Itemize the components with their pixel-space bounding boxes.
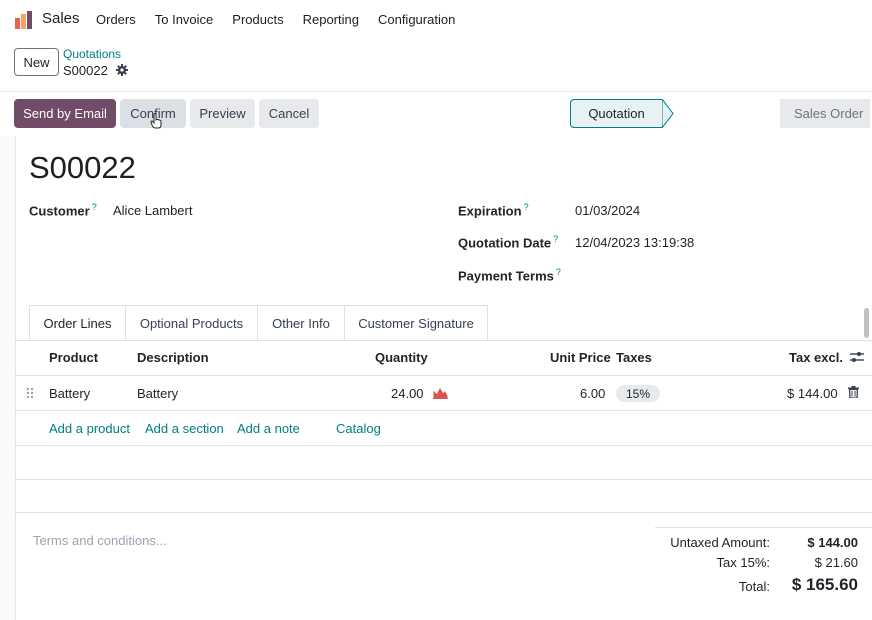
nav-to-invoice[interactable]: To Invoice: [155, 12, 214, 27]
row-subtotal: $ 144.00: [787, 386, 838, 401]
expiration-field[interactable]: 01/03/2024: [575, 203, 640, 218]
empty-row-divider: [15, 479, 872, 480]
untaxed-amount-value: $ 144.00: [807, 535, 858, 550]
stage-arrow-icon: [662, 99, 674, 128]
row-product[interactable]: Battery: [49, 386, 90, 401]
stage-sales-order[interactable]: Sales Order: [780, 99, 870, 128]
tax-value: $ 21.60: [814, 555, 858, 570]
status-bar: Quotation Quotation Sent Sales Order: [570, 99, 870, 128]
nav-orders[interactable]: Orders: [96, 12, 136, 27]
scrollbar-thumb[interactable]: [864, 308, 869, 338]
tax-label: Tax 15%:: [716, 555, 770, 570]
add-row-divider: [15, 445, 872, 446]
send-by-email-button[interactable]: Send by Email: [14, 99, 116, 128]
totals-top-line: [655, 527, 872, 528]
customer-field[interactable]: Alice Lambert: [113, 203, 192, 218]
top-navbar: Sales Orders To Invoice Products Reporti…: [0, 0, 872, 40]
add-product-link[interactable]: Add a product: [49, 421, 130, 436]
row-unit-price[interactable]: 6.00: [580, 386, 605, 401]
tabs-divider: [15, 340, 872, 341]
customer-label: Customer?: [29, 202, 97, 218]
quotation-date-field[interactable]: 12/04/2023 13:19:38: [575, 235, 694, 250]
nav-reporting[interactable]: Reporting: [303, 12, 359, 27]
payment-terms-label: Payment Terms?: [458, 267, 561, 283]
tab-customer-signature[interactable]: Customer Signature: [345, 305, 488, 341]
trash-icon[interactable]: [848, 386, 859, 398]
customer-help-icon[interactable]: ?: [92, 202, 97, 212]
terms-and-conditions-field[interactable]: Terms and conditions...: [33, 533, 167, 548]
row-description[interactable]: Battery: [137, 386, 178, 401]
payment-terms-help-icon[interactable]: ?: [556, 267, 561, 277]
add-note-link[interactable]: Add a note: [237, 421, 300, 436]
app-name[interactable]: Sales: [42, 10, 80, 27]
quotation-date-label: Quotation Date?: [458, 234, 558, 250]
preview-button[interactable]: Preview: [190, 99, 255, 128]
quotation-date-label-text: Quotation Date: [458, 235, 552, 251]
customer-label-text: Customer: [29, 203, 90, 219]
nav-products[interactable]: Products: [232, 12, 283, 27]
col-taxes[interactable]: Taxes: [616, 350, 652, 365]
notebook-tabs: Order Lines Optional Products Other Info…: [29, 305, 488, 341]
record-title: S00022: [29, 150, 136, 185]
cancel-button[interactable]: Cancel: [259, 99, 319, 128]
header-divider: [15, 375, 872, 376]
catalog-link[interactable]: Catalog: [336, 421, 381, 436]
nav-menu: Orders To Invoice Products Reporting Con…: [96, 12, 474, 27]
col-tax-excl[interactable]: Tax excl.: [789, 350, 843, 365]
col-quantity[interactable]: Quantity: [375, 350, 428, 365]
total-value: $ 165.60: [791, 575, 858, 594]
row-divider: [15, 410, 872, 411]
untaxed-amount-label: Untaxed Amount:: [670, 535, 770, 550]
col-product[interactable]: Product: [49, 350, 98, 365]
tab-order-lines[interactable]: Order Lines: [29, 305, 126, 341]
expiration-help-icon[interactable]: ?: [524, 202, 529, 212]
sales-app-icon[interactable]: [14, 10, 34, 30]
row-quantity[interactable]: 24.00: [391, 386, 424, 401]
drag-handle-icon[interactable]: [26, 387, 34, 399]
gear-icon[interactable]: [116, 64, 128, 76]
row-tax-badge[interactable]: 15%: [616, 385, 660, 402]
nav-configuration[interactable]: Configuration: [378, 12, 455, 27]
col-description[interactable]: Description: [137, 350, 209, 365]
col-unit-price[interactable]: Unit Price: [550, 350, 611, 365]
stage-quotation-sent[interactable]: Quotation Sent: [662, 99, 780, 128]
expiration-label: Expiration?: [458, 202, 529, 218]
breadcrumb-quotations[interactable]: Quotations: [63, 47, 121, 61]
add-section-link[interactable]: Add a section: [145, 421, 224, 436]
payment-terms-label-text: Payment Terms: [458, 268, 554, 284]
tab-other-info[interactable]: Other Info: [258, 305, 345, 341]
tab-optional-products[interactable]: Optional Products: [126, 305, 258, 341]
expiration-label-text: Expiration: [458, 203, 522, 219]
hand-cursor-icon: [150, 113, 162, 129]
control-panel-divider: [0, 91, 872, 92]
forecast-chart-icon[interactable]: [433, 387, 448, 399]
quotation-date-help-icon[interactable]: ?: [553, 234, 558, 244]
breadcrumb-current-record: S00022: [63, 63, 108, 78]
totals-separator: [15, 512, 872, 513]
column-settings-icon[interactable]: [850, 351, 864, 363]
total-label: Total:: [738, 579, 770, 594]
new-button[interactable]: New: [14, 48, 59, 76]
stage-quotation[interactable]: Quotation: [570, 99, 662, 128]
